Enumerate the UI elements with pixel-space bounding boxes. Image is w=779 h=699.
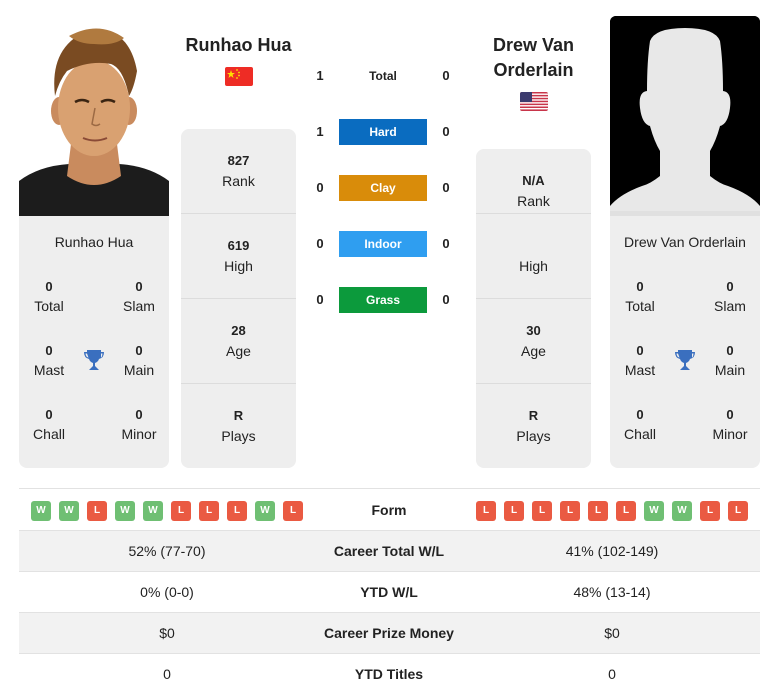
player1-name[interactable]: Runhao Hua — [171, 33, 306, 58]
player2-name[interactable]: Drew Van Orderlain — [466, 33, 601, 83]
ytd-wl-row: 0% (0-0) YTD W/L 48% (13-14) — [19, 571, 760, 612]
player1-minor-titles: 0 Minor — [121, 407, 157, 442]
player1-total-titles: 0 Total — [34, 279, 64, 314]
player2-form-result-loss[interactable]: L — [728, 501, 748, 521]
player2-form-result-win[interactable]: W — [644, 501, 664, 521]
player1-form-result-win[interactable]: W — [115, 501, 135, 521]
usa-flag-icon — [520, 92, 548, 111]
player2-form: LLLLLLWWLL — [476, 501, 748, 521]
player1-ytd-wl: 0% (0-0) — [140, 584, 194, 600]
player2-titles-card: Drew Van Orderlain 0 Total 0 Slam 0 Mast… — [610, 216, 760, 468]
player1-form-result-loss[interactable]: L — [283, 501, 303, 521]
h2h-indoor-p1: 0 — [316, 236, 324, 251]
player1-prize-money: $0 — [159, 625, 175, 641]
player2-photo — [610, 16, 760, 216]
player2-card-name[interactable]: Drew Van Orderlain — [610, 234, 760, 250]
player1-form-result-win[interactable]: W — [31, 501, 51, 521]
player2-prize-money: $0 — [604, 625, 620, 641]
ytd-wl-label: YTD W/L — [360, 584, 418, 600]
player1-rank: 827 Rank — [222, 153, 255, 189]
form-row: WWLWWLLLWL Form LLLLLLWWLL — [19, 488, 760, 530]
surface-indoor-badge[interactable]: Indoor — [339, 231, 427, 257]
player1-form: WWLWWLLLWL — [31, 501, 303, 521]
player2-minor-titles: 0 Minor — [712, 407, 748, 442]
trophy-icon — [84, 350, 104, 370]
player2-masters-titles: 0 Mast — [624, 343, 656, 378]
form-label: Form — [371, 502, 407, 518]
china-flag-icon — [225, 67, 253, 86]
h2h-grass-p2: 0 — [442, 292, 450, 307]
player2-form-result-loss[interactable]: L — [616, 501, 636, 521]
player1-main-titles: 0 Main — [123, 343, 155, 378]
h2h-hard-p1: 1 — [316, 124, 324, 139]
surface-clay-badge[interactable]: Clay — [339, 175, 427, 201]
player2-form-result-loss[interactable]: L — [588, 501, 608, 521]
player2-stats-column: N/A Rank High 30 Age R Plays — [476, 149, 591, 468]
h2h-total-p2: 0 — [442, 68, 450, 83]
player2-form-result-loss[interactable]: L — [532, 501, 552, 521]
surface-grass-badge[interactable]: Grass — [339, 287, 427, 313]
player1-plays: R Plays — [181, 383, 296, 468]
player2-main-titles: 0 Main — [714, 343, 746, 378]
player2-plays: R Plays — [476, 383, 591, 468]
trophy-icon — [675, 350, 695, 370]
player1-slam-titles: 0 Slam — [123, 279, 155, 314]
h2h-total-label: Total — [369, 69, 397, 83]
h2h-grass-row: 0 Grass 0 — [300, 287, 470, 313]
surface-hard-badge[interactable]: Hard — [339, 119, 427, 145]
player2-form-result-win[interactable]: W — [672, 501, 692, 521]
player2-ytd-titles: 0 — [608, 666, 616, 682]
player1-form-result-loss[interactable]: L — [227, 501, 247, 521]
player1-age: 28 Age — [181, 298, 296, 383]
player1-photo — [19, 16, 169, 216]
player1-form-result-loss[interactable]: L — [87, 501, 107, 521]
career-total-wl-row: 52% (77-70) Career Total W/L 41% (102-14… — [19, 530, 760, 571]
career-prize-money-row: $0 Career Prize Money $0 — [19, 612, 760, 653]
player2-form-result-loss[interactable]: L — [476, 501, 496, 521]
ytd-titles-row: 0 YTD Titles 0 — [19, 653, 760, 694]
player2-high: High — [476, 213, 591, 298]
player2-form-result-loss[interactable]: L — [700, 501, 720, 521]
silhouette-placeholder-icon — [610, 16, 760, 216]
player2-form-result-loss[interactable]: L — [504, 501, 524, 521]
player2-slam-titles: 0 Slam — [714, 279, 746, 314]
player1-high: 619 High — [181, 213, 296, 298]
player1-ytd-titles: 0 — [163, 666, 171, 682]
prize-money-label: Career Prize Money — [324, 625, 454, 641]
player1-portrait-icon — [19, 16, 169, 216]
h2h-clay-p2: 0 — [442, 180, 450, 195]
player1-titles-card: Runhao Hua 0 Total 0 Slam 0 Mast 0 Main … — [19, 216, 169, 468]
player2-total-titles: 0 Total — [625, 279, 655, 314]
player1-stats-column: 827 Rank 619 High 28 Age R Plays — [181, 129, 296, 468]
player2-ytd-wl: 48% (13-14) — [573, 584, 651, 600]
career-wl-label: Career Total W/L — [333, 543, 445, 559]
player1-career-wl: 52% (77-70) — [128, 543, 206, 559]
player2-challenger-titles: 0 Chall — [624, 407, 656, 442]
h2h-indoor-p2: 0 — [442, 236, 450, 251]
player1-form-result-win[interactable]: W — [255, 501, 275, 521]
h2h-indoor-row: 0 Indoor 0 — [300, 231, 470, 257]
h2h-hard-p2: 0 — [442, 124, 450, 139]
player2-age: 30 Age — [476, 298, 591, 383]
player1-form-result-loss[interactable]: L — [171, 501, 191, 521]
h2h-grass-p1: 0 — [316, 292, 324, 307]
h2h-clay-p1: 0 — [316, 180, 324, 195]
h2h-total-row: 1 Total 0 — [300, 63, 470, 89]
ytd-titles-label: YTD Titles — [354, 666, 424, 682]
player1-masters-titles: 0 Mast — [33, 343, 65, 378]
player2-form-result-loss[interactable]: L — [560, 501, 580, 521]
player1-form-result-win[interactable]: W — [143, 501, 163, 521]
h2h-total-p1: 1 — [316, 68, 324, 83]
h2h-hard-row: 1 Hard 0 — [300, 119, 470, 145]
h2h-clay-row: 0 Clay 0 — [300, 175, 470, 201]
player2-career-wl: 41% (102-149) — [565, 543, 659, 559]
player1-card-name[interactable]: Runhao Hua — [19, 234, 169, 250]
player1-challenger-titles: 0 Chall — [33, 407, 65, 442]
player1-form-result-win[interactable]: W — [59, 501, 79, 521]
player1-form-result-loss[interactable]: L — [199, 501, 219, 521]
